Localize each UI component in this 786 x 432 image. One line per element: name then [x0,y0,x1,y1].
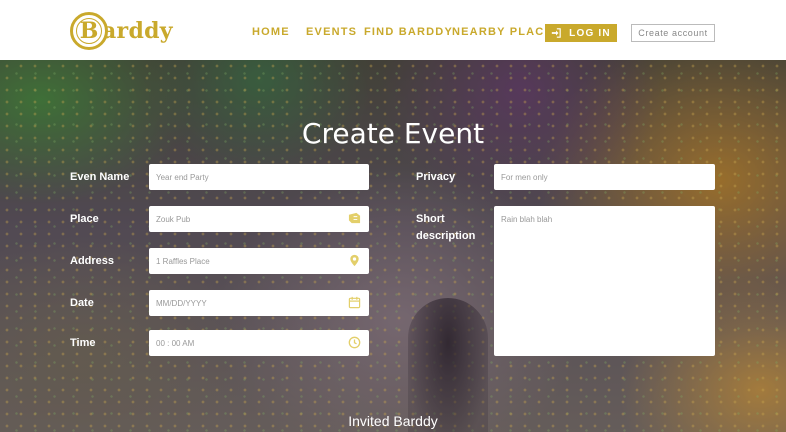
time-field[interactable] [149,330,369,356]
invited-barddy-heading: Invited Barddy [348,413,438,429]
date-field[interactable] [149,290,369,316]
description-field[interactable] [494,206,715,356]
top-navbar: B arddy HOME EVENTS FIND BARDDY NEARBY P… [0,0,786,60]
clock-icon [348,336,361,349]
address-input[interactable] [149,248,369,274]
privacy-input[interactable] [494,164,715,190]
description-label-line1: Short [416,213,445,225]
create-account-button[interactable]: Create account [631,24,715,42]
event-name-input[interactable] [149,164,369,190]
address-label: Address [70,255,115,267]
privacy-label: Privacy [416,171,456,183]
nav-find-barddy[interactable]: FIND BARDDY [364,26,453,38]
calendar-icon [348,296,361,309]
nav-events[interactable]: EVENTS [306,26,357,38]
date-label: Date [70,297,94,309]
login-label: LOG IN [569,27,611,39]
event-name-label: Even Name [70,171,130,183]
description-label-line2: description [416,230,476,242]
place-label: Place [70,213,99,225]
description-textarea[interactable] [494,206,715,356]
place-input[interactable] [149,206,369,232]
map-pin-icon [350,254,359,267]
address-field[interactable] [149,248,369,274]
logo-text: arddy [102,18,173,44]
ticket-icon [348,212,361,224]
date-input[interactable] [149,290,369,316]
logo-emblem-icon: B [70,12,108,50]
brand-logo[interactable]: B arddy [70,11,185,51]
time-label: Time [70,337,96,349]
time-input[interactable] [149,330,369,356]
event-name-field[interactable] [149,164,369,190]
place-field[interactable] [149,206,369,232]
login-icon [552,28,561,38]
login-button[interactable]: LOG IN [545,24,617,42]
logo-initial: B [79,18,99,44]
nav-home[interactable]: HOME [252,26,290,38]
page-title: Create Event [301,117,485,150]
privacy-field[interactable] [494,164,715,190]
